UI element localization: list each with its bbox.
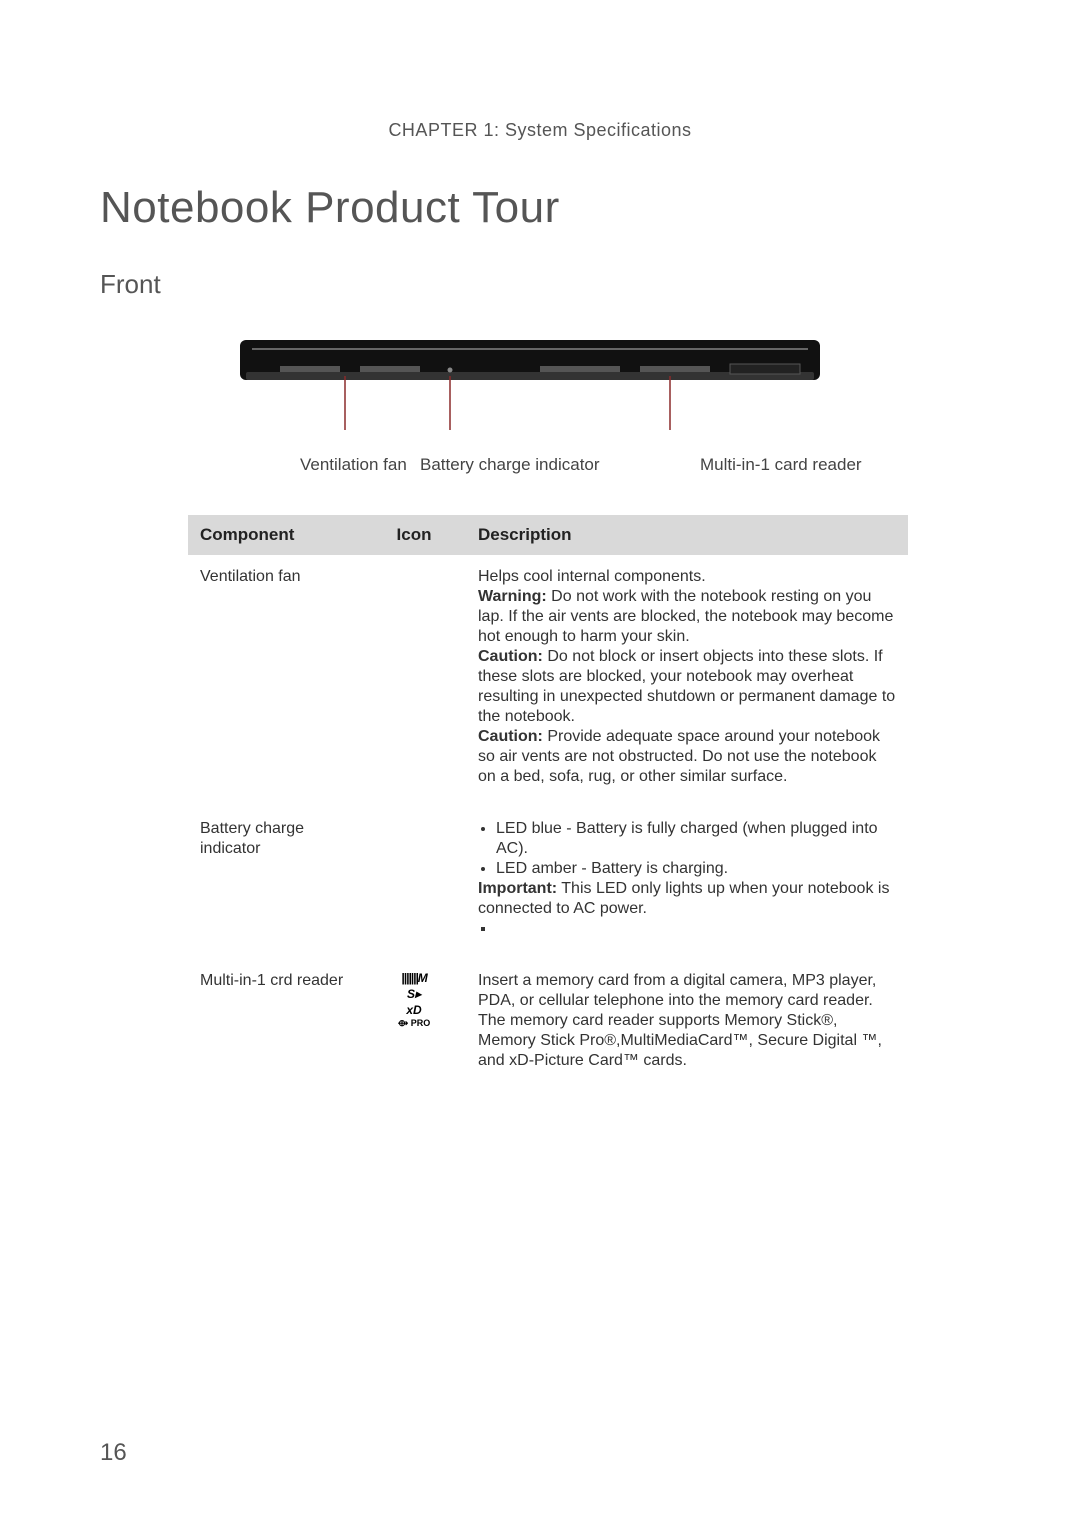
cell-icon [362, 555, 466, 807]
list-item: LED blue - Battery is fully charged (whe… [496, 819, 896, 859]
desc-text: Insert a memory card from a digital came… [478, 971, 896, 1071]
callout-ventilation: Ventilation fan [300, 455, 420, 475]
icon-line: S▸ [374, 987, 454, 1003]
section-heading: Front [100, 269, 980, 300]
cell-description: Helps cool internal components. Warning:… [466, 555, 908, 807]
list-item [496, 919, 896, 939]
front-diagram: Ventilation fan Battery charge indicator… [100, 340, 980, 475]
callout-reader: Multi-in-1 card reader [700, 455, 940, 475]
th-component: Component [188, 515, 362, 555]
cell-component: Multi-in-1 crd reader [188, 959, 362, 1091]
list-item: LED amber - Battery is charging. [496, 859, 896, 879]
icon-line: xD [374, 1003, 454, 1019]
page-title: Notebook Product Tour [100, 183, 980, 233]
important-label: Important: [478, 880, 557, 897]
components-table: Component Icon Description Ventilation f… [188, 515, 908, 1091]
table-row: Battery charge indicator LED blue - Batt… [188, 807, 908, 959]
icon-line: |||||||M [374, 971, 454, 987]
caution-label: Caution: [478, 728, 543, 745]
cell-component: Battery charge indicator [188, 807, 362, 959]
th-icon: Icon [362, 515, 466, 555]
page-number: 16 [100, 1439, 127, 1467]
card-reader-icon: |||||||M S▸ xD ⟴ PRO [374, 971, 454, 1029]
callout-battery: Battery charge indicator [420, 455, 600, 475]
table-row: Multi-in-1 crd reader |||||||M S▸ xD ⟴ P… [188, 959, 908, 1091]
warning-label: Warning: [478, 588, 547, 605]
table-row: Ventilation fan Helps cool internal comp… [188, 555, 908, 807]
desc-text: Helps cool internal components. [478, 568, 706, 585]
caution-label: Caution: [478, 648, 543, 665]
cell-description: LED blue - Battery is fully charged (whe… [466, 807, 908, 959]
icon-line: ⟴ PRO [374, 1018, 454, 1030]
chapter-header: CHAPTER 1: System Specifications [100, 120, 980, 141]
cell-icon [362, 807, 466, 959]
cell-icon: |||||||M S▸ xD ⟴ PRO [362, 959, 466, 1091]
cell-component: Ventilation fan [188, 555, 362, 807]
th-description: Description [466, 515, 908, 555]
cell-description: Insert a memory card from a digital came… [466, 959, 908, 1091]
